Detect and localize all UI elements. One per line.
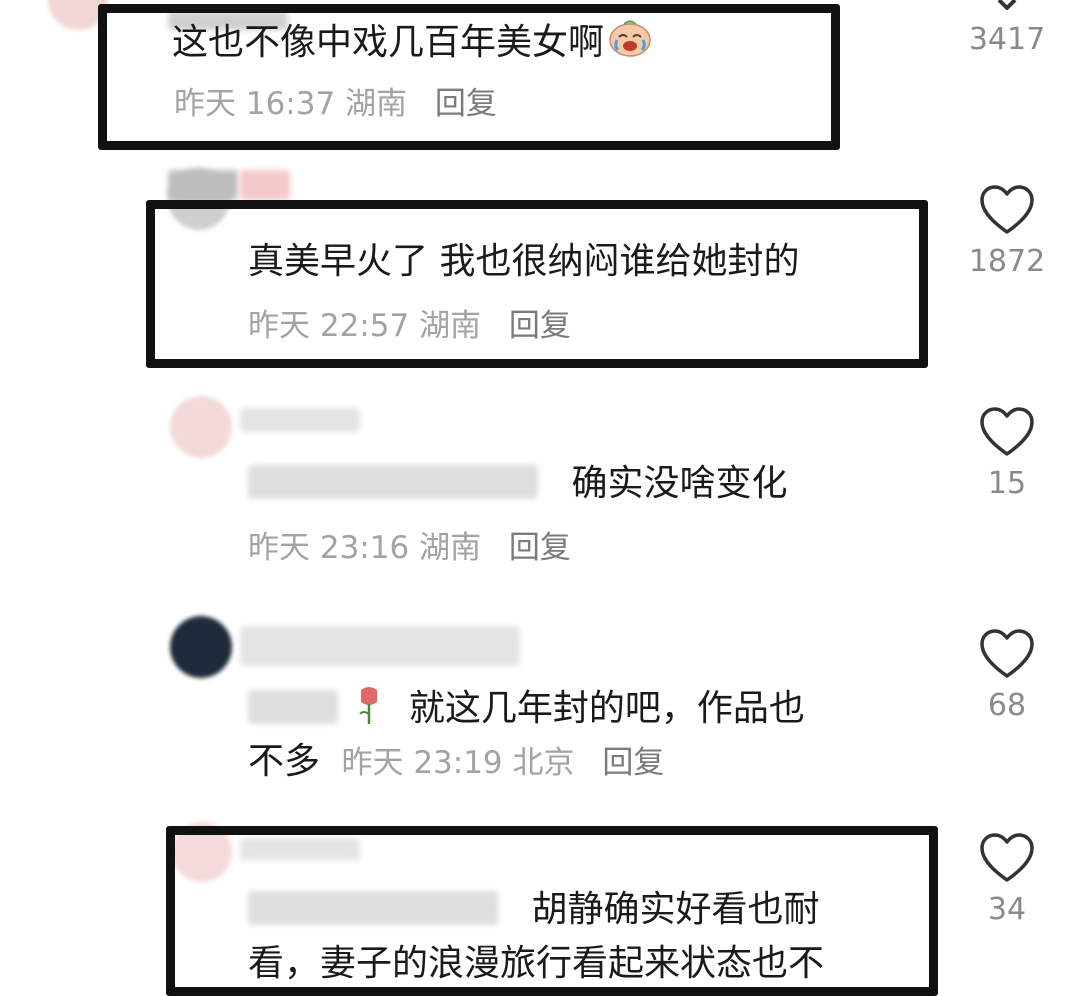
crying-laughing-emoji-icon bbox=[609, 20, 651, 57]
blurred-reply-target bbox=[248, 891, 498, 925]
comment-text-line2: 不多 昨天 23:19 北京 回复 bbox=[248, 740, 664, 784]
avatar[interactable] bbox=[48, 0, 108, 30]
heart-outline-icon bbox=[980, 185, 1034, 234]
reply-button[interactable]: 回复 bbox=[509, 530, 571, 566]
blurred-username bbox=[168, 170, 238, 200]
comment-location: 北京 bbox=[512, 745, 575, 781]
comment-text-line1: 胡静确实好看也耐 bbox=[248, 888, 819, 932]
comment-text: 确实没啥变化 bbox=[248, 462, 787, 506]
comment-text-content: 这也不像中戏几百年美女啊 bbox=[172, 22, 605, 63]
reply-button[interactable]: 回复 bbox=[435, 86, 497, 122]
blurred-reply-target bbox=[248, 465, 538, 499]
like-count: 15 bbox=[987, 466, 1027, 501]
comment-time: 昨天 23:16 bbox=[248, 530, 410, 566]
comment-meta: 昨天 23:19 北京 回复 bbox=[341, 745, 664, 781]
comment-meta: 昨天 16:37 湖南 回复 bbox=[174, 84, 497, 124]
comment-meta: 昨天 22:57 湖南 回复 bbox=[248, 306, 571, 346]
heart-outline-icon bbox=[980, 407, 1034, 456]
avatar[interactable] bbox=[172, 822, 232, 882]
comment-location: 湖南 bbox=[419, 530, 482, 566]
like-button[interactable]: 1872 bbox=[962, 184, 1052, 280]
like-button[interactable]: 68 bbox=[962, 628, 1052, 724]
comment-text-line2: 看，妻子的浪漫旅行看起来状态也不 bbox=[248, 943, 825, 984]
blurred-username-emoji bbox=[240, 170, 290, 200]
heart-outline-icon bbox=[997, 0, 1017, 10]
blurred-reply-target bbox=[248, 690, 338, 724]
blurred-username bbox=[240, 626, 520, 666]
comment-text: 真美早火了 我也很纳闷谁给她封的 bbox=[248, 241, 800, 282]
like-count: 3417 bbox=[968, 22, 1046, 57]
comment-meta: 昨天 23:16 湖南 回复 bbox=[248, 528, 571, 568]
heart-outline-icon bbox=[980, 833, 1034, 882]
comment-location: 湖南 bbox=[345, 86, 408, 122]
comment-time: 昨天 23:19 bbox=[341, 745, 503, 781]
like-count: 34 bbox=[987, 892, 1027, 927]
like-count: 68 bbox=[987, 688, 1027, 723]
heart-outline-icon bbox=[980, 629, 1034, 678]
avatar[interactable] bbox=[170, 616, 232, 678]
comment-text-content: 确实没啥变化 bbox=[571, 463, 788, 504]
comment-time: 昨天 22:57 bbox=[248, 308, 410, 344]
comment-text-line1: 就这几年封的吧，作品也 bbox=[248, 686, 805, 731]
reply-button[interactable]: 回复 bbox=[602, 745, 664, 781]
like-button[interactable]: 3417 bbox=[962, 0, 1052, 58]
comment-text: 这也不像中戏几百年美女啊 bbox=[172, 18, 652, 65]
comment-location: 湖南 bbox=[419, 308, 482, 344]
like-button[interactable]: 15 bbox=[962, 406, 1052, 502]
comment-time: 昨天 16:37 bbox=[174, 86, 336, 122]
comment-text-content: 胡静确实好看也耐 bbox=[531, 889, 820, 930]
like-count: 1872 bbox=[968, 244, 1046, 279]
comment-text-content: 不多 bbox=[248, 741, 321, 782]
reply-button[interactable]: 回复 bbox=[509, 308, 571, 344]
like-button[interactable]: 34 bbox=[962, 832, 1052, 928]
rose-icon bbox=[359, 687, 378, 724]
blurred-username bbox=[240, 408, 360, 432]
avatar[interactable] bbox=[170, 396, 232, 458]
blurred-username bbox=[240, 838, 360, 860]
comment-text-content: 就这几年封的吧，作品也 bbox=[408, 688, 805, 729]
